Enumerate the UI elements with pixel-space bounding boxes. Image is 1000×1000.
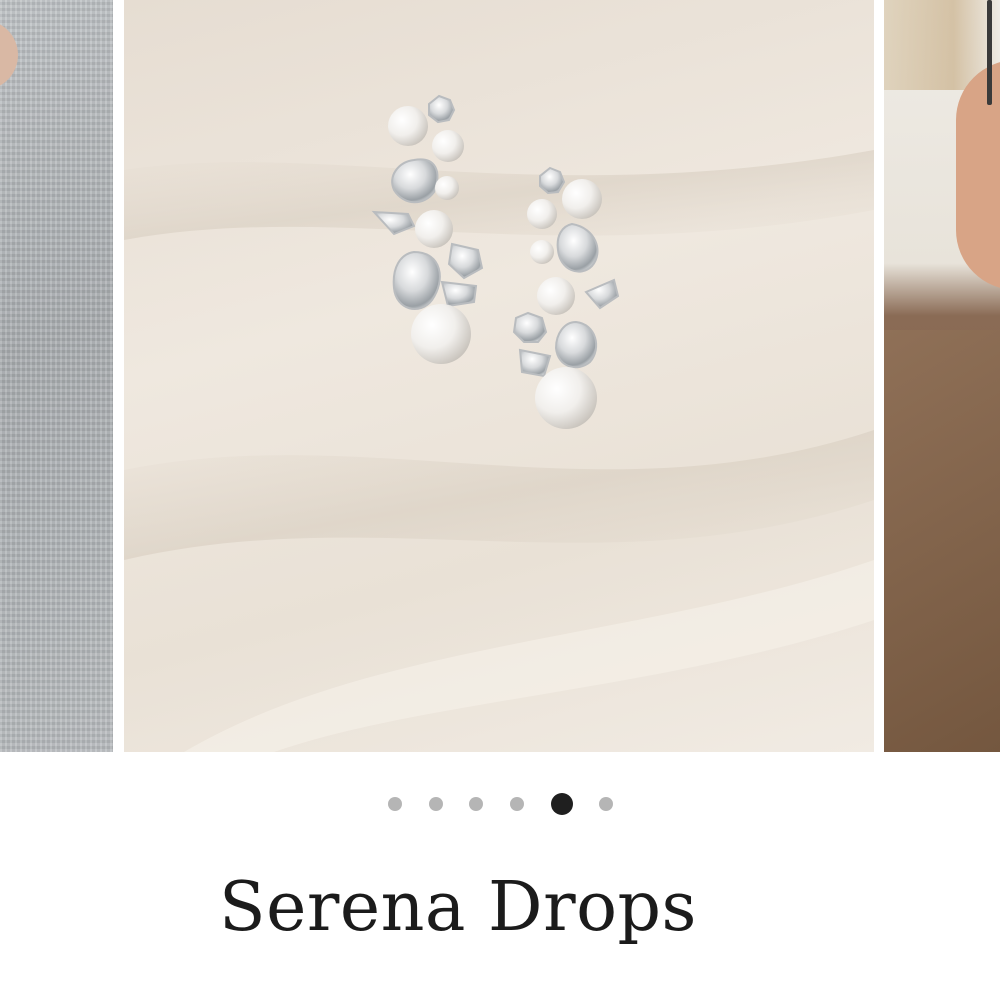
pagination-dot-1[interactable]	[388, 797, 402, 811]
scroll-indicator	[987, 0, 992, 105]
product-image-carousel[interactable]	[0, 0, 1000, 752]
carousel-pagination	[0, 792, 1000, 816]
carousel-slide-previous[interactable]	[0, 0, 113, 752]
model-jacket-image	[884, 330, 1000, 752]
carousel-slide-next[interactable]	[884, 0, 1000, 752]
earrings-product-photo	[124, 94, 874, 752]
pagination-dot-3[interactable]	[469, 797, 483, 811]
pagination-dot-2[interactable]	[429, 797, 443, 811]
pagination-dot-5-active[interactable]	[551, 793, 573, 815]
pagination-dot-4[interactable]	[510, 797, 524, 811]
carousel-slide-current[interactable]	[124, 0, 874, 752]
pagination-dot-6[interactable]	[599, 797, 613, 811]
model-face-image	[956, 60, 1000, 290]
model-arm-image	[0, 20, 18, 90]
product-title: Serena Drops	[219, 868, 697, 947]
